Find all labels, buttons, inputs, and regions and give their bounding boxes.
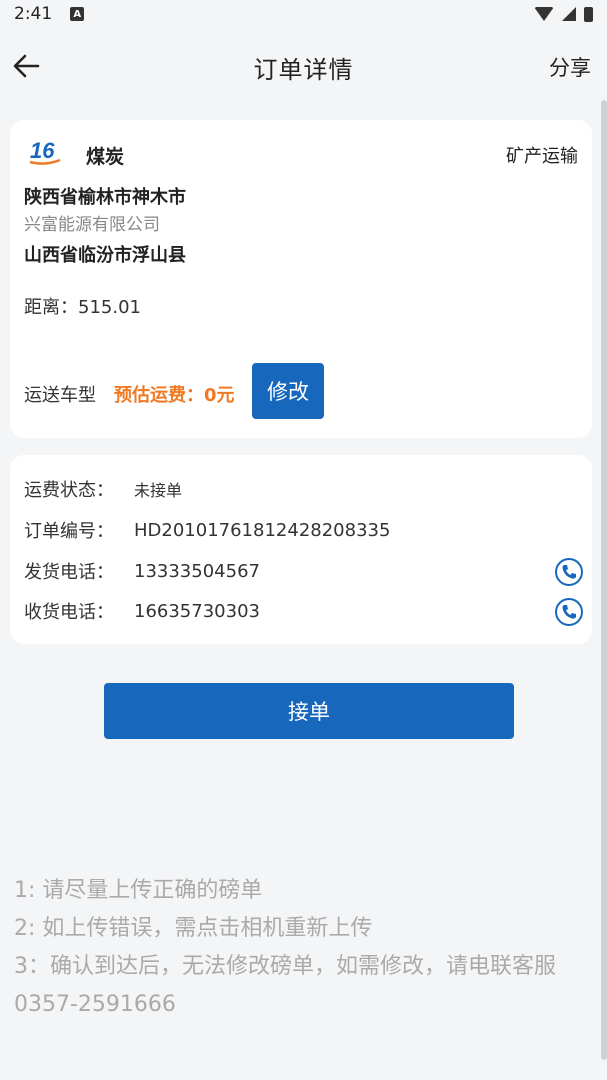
order-no-label: 订单编号： <box>24 521 114 542</box>
notes: 1: 请尽量上传正确的磅单 2: 如上传错误，需点击相机重新上传 3：确认到达后… <box>14 872 604 1024</box>
order-no-value: HD20101761812428208335 <box>134 519 391 541</box>
recv-phone-label: 收货电话： <box>24 602 114 623</box>
status-value: 未接单 <box>134 481 183 500</box>
accept-order-button[interactable]: 接单 <box>104 683 514 739</box>
page-title: 订单详情 <box>253 55 354 84</box>
share-button[interactable]: 分享 <box>549 52 591 82</box>
phone-call-icon[interactable] <box>554 557 584 587</box>
order-details-card: 运费状态： 未接单 订单编号： HD20101761812428208335 发… <box>10 455 592 644</box>
scrollbar[interactable] <box>601 100 607 1060</box>
phone-call-icon[interactable] <box>554 597 584 627</box>
vehicle-type-label: 运送车型 <box>24 385 96 406</box>
note-item: 2: 如上传错误，需点击相机重新上传 <box>14 916 373 941</box>
distance: 距离：515.01 <box>24 297 141 318</box>
note-item: 3：确认到达后，无法修改磅单，如需修改，请电联客服0357-2591666 <box>14 954 556 1017</box>
notification-icon: A <box>70 7 85 21</box>
arrow-left-icon[interactable] <box>8 48 44 84</box>
status-time: 2:41 <box>14 4 53 24</box>
company-name: 兴富能源有限公司 <box>24 215 160 235</box>
cargo-card: 16 煤炭 矿产运输 陕西省榆林市神木市 兴富能源有限公司 山西省临汾市浮山县 … <box>10 120 592 438</box>
status-label: 运费状态： <box>24 480 114 501</box>
battery-icon <box>584 6 593 22</box>
order-no-row: 订单编号： HD20101761812428208335 <box>24 514 584 546</box>
signal-icon <box>562 7 576 21</box>
ship-phone-label: 发货电话： <box>24 562 114 583</box>
recv-phone-value: 16635730303 <box>134 600 260 622</box>
modify-button[interactable]: 修改 <box>252 363 324 419</box>
top-bar: 订单详情 分享 <box>0 36 607 98</box>
from-address: 陕西省榆林市神木市 <box>24 187 186 208</box>
business-type: 矿产运输 <box>506 146 578 167</box>
ship-phone-value: 13333504567 <box>134 560 260 582</box>
wifi-icon <box>534 7 554 21</box>
cargo-name: 煤炭 <box>86 146 125 168</box>
estimated-freight: 预估运费：0元 <box>114 385 235 406</box>
logo-icon: 16 <box>29 138 61 165</box>
status-bar: 2:41 A <box>0 0 607 28</box>
note-item: 1: 请尽量上传正确的磅单 <box>14 878 263 903</box>
recv-phone-row: 收货电话： 16635730303 <box>24 595 584 627</box>
to-address: 山西省临汾市浮山县 <box>24 245 186 266</box>
svg-text:16: 16 <box>30 138 55 163</box>
status-row: 运费状态： 未接单 <box>24 473 584 505</box>
ship-phone-row: 发货电话： 13333504567 <box>24 555 584 587</box>
